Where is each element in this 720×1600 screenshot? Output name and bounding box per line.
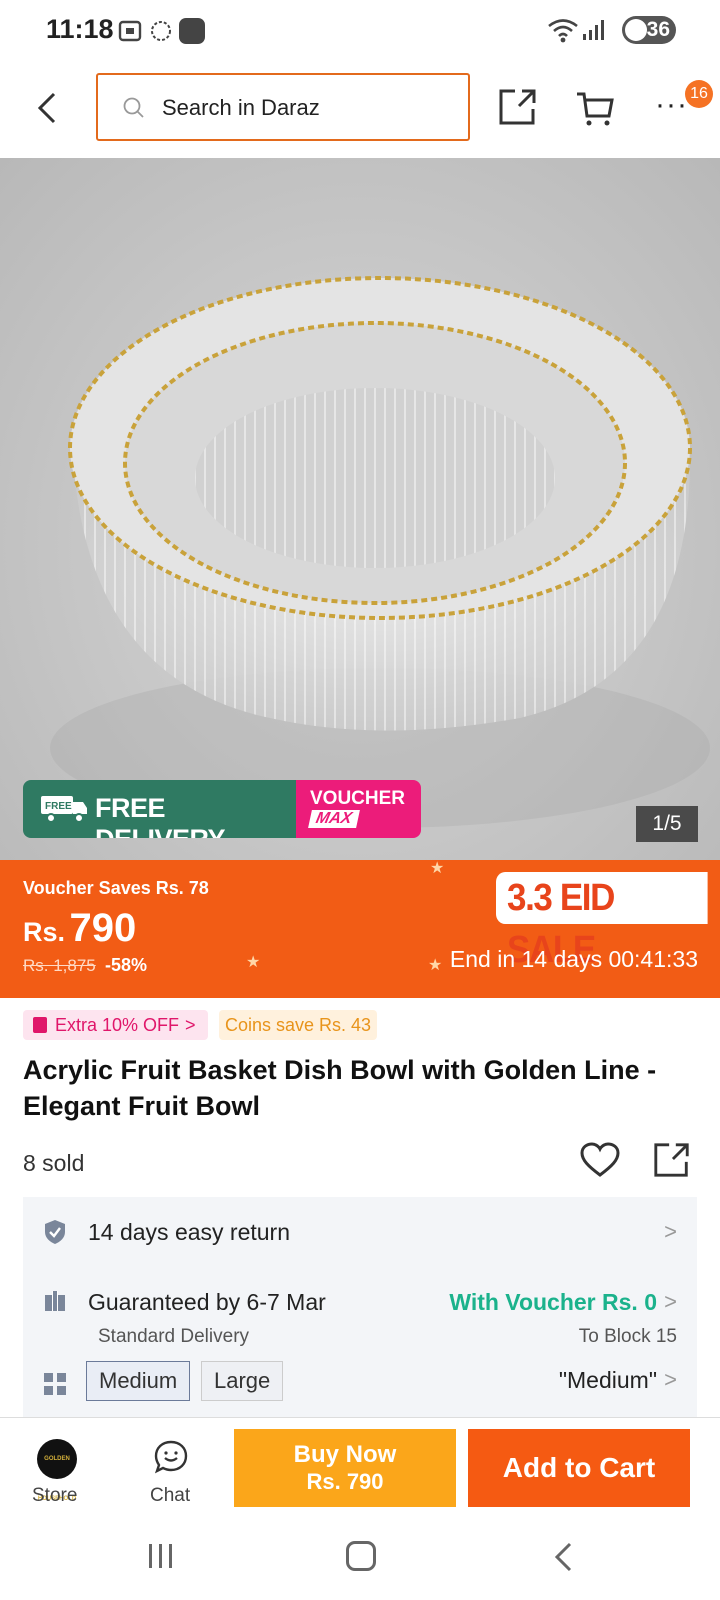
top-nav: Search in Daraz ··· 16 xyxy=(0,62,720,158)
share-icon[interactable] xyxy=(652,1140,692,1180)
add-to-cart-button[interactable]: Add to Cart xyxy=(468,1429,690,1507)
store-label: Store xyxy=(32,1485,78,1506)
sparkle-icon: ★ xyxy=(430,860,445,877)
currency-label: Rs. xyxy=(23,917,66,947)
sparkle-icon: ★ xyxy=(246,954,261,971)
delivery-box-icon xyxy=(45,1291,65,1311)
search-placeholder: Search in Daraz xyxy=(162,95,320,120)
eid-sale-badge: 3.3 EID SALE xyxy=(496,872,708,971)
share-icon[interactable] xyxy=(497,86,539,128)
delivery-guarantee-text: Guaranteed by 6-7 Mar xyxy=(88,1289,326,1315)
current-price: Rs. 790 xyxy=(23,906,136,951)
more-menu-icon[interactable]: ··· xyxy=(655,90,688,120)
chevron-right-icon: > xyxy=(664,1367,677,1392)
signal-icon xyxy=(583,20,604,40)
voucher-label: VOUCHER xyxy=(310,788,406,809)
coins-save-chip[interactable]: Coins save Rs. 43 xyxy=(219,1010,378,1040)
return-policy-row[interactable]: 14 days easy return > xyxy=(23,1197,697,1267)
delivery-truck-icon: FREE xyxy=(41,796,87,823)
notification-badge: 16 xyxy=(685,80,713,108)
variant-grid-icon xyxy=(44,1373,66,1395)
product-image[interactable] xyxy=(0,158,720,860)
voucher-delivery-price: With Voucher Rs. 0 xyxy=(449,1289,657,1315)
wifi-icon xyxy=(548,19,578,43)
free-delivery-section: FREE FREE DELIVERY xyxy=(23,780,296,838)
back-arrow-icon[interactable] xyxy=(32,88,68,128)
bottom-action-bar: GOLDEN HOUSEHOLD Store Chat Buy Now Rs. … xyxy=(0,1417,720,1517)
image-counter: 1/5 xyxy=(636,806,698,842)
extra-off-chip[interactable]: Extra 10% OFF > xyxy=(23,1010,208,1040)
chevron-right-icon: > xyxy=(185,1015,196,1035)
screenshot-icon xyxy=(118,20,142,42)
shield-check-icon xyxy=(45,1220,65,1244)
system-nav-bar xyxy=(0,1517,720,1600)
chevron-right-icon: > xyxy=(664,1219,677,1244)
status-bar: 11:18 36 xyxy=(0,0,720,62)
store-logo: GOLDEN HOUSEHOLD xyxy=(37,1439,77,1502)
sold-count: 8 sold xyxy=(23,1150,85,1176)
delivery-type-text: Standard Delivery xyxy=(98,1326,250,1347)
heart-icon[interactable] xyxy=(580,1142,620,1178)
app-badge-icon xyxy=(179,18,205,44)
search-icon xyxy=(123,97,144,118)
variant-option-large[interactable]: Large xyxy=(201,1361,284,1401)
system-back-icon[interactable] xyxy=(553,1542,573,1572)
variant-option-medium[interactable]: Medium xyxy=(86,1361,191,1401)
max-label: MAX xyxy=(308,810,360,828)
delivery-location: To Block 15 xyxy=(578,1326,677,1347)
sparkle-icon: ★ xyxy=(428,957,443,974)
recent-apps-icon[interactable] xyxy=(148,1543,174,1569)
service-info-panel: 14 days easy return > Guaranteed by 6-7 … xyxy=(23,1197,697,1417)
product-title: Acrylic Fruit Basket Dish Bowl with Gold… xyxy=(23,1055,657,1121)
svg-text:FREE: FREE xyxy=(45,801,72,812)
voucher-max-section: VOUCHER MAX xyxy=(296,780,421,838)
chevron-right-icon: > xyxy=(664,1289,677,1314)
free-delivery-badge: FREE FREE DELIVERY VOUCHER MAX xyxy=(23,780,421,838)
price-banner: Voucher Saves Rs. 78 Rs. 790 Rs. 1,875 -… xyxy=(0,860,720,998)
chat-icon xyxy=(154,1440,188,1474)
price-amount: 790 xyxy=(69,906,137,950)
battery-saver-icon xyxy=(625,19,647,41)
home-icon[interactable] xyxy=(346,1541,376,1571)
bowl-photo xyxy=(50,276,710,828)
search-input[interactable]: Search in Daraz xyxy=(96,73,470,141)
return-policy-text: 14 days easy return xyxy=(88,1219,291,1245)
buy-now-button[interactable]: Buy Now Rs. 790 xyxy=(234,1429,456,1507)
voucher-saves-text: Voucher Saves Rs. 78 xyxy=(23,878,209,898)
variant-row[interactable]: Medium Large "Medium" > xyxy=(23,1357,697,1417)
original-price: Rs. 1,875 xyxy=(23,956,96,975)
status-time: 11:18 xyxy=(46,14,114,44)
selected-variant-text: "Medium" xyxy=(558,1367,657,1393)
free-delivery-label: FREE DELIVERY xyxy=(95,793,226,838)
buy-now-label: Buy Now xyxy=(293,1441,397,1468)
delivery-row[interactable]: Guaranteed by 6-7 Mar Standard Delivery … xyxy=(23,1267,697,1347)
buy-now-price: Rs. 790 xyxy=(306,1469,384,1494)
app-notification-icon xyxy=(151,21,171,41)
voucher-ticket-icon xyxy=(33,1017,47,1033)
cart-icon[interactable] xyxy=(575,88,615,128)
sale-countdown: End in 14 days 00:41:33 xyxy=(449,946,698,972)
battery-indicator: 36 xyxy=(622,16,676,44)
discount-percent: -58% xyxy=(105,955,148,975)
chat-label: Chat xyxy=(150,1485,191,1506)
